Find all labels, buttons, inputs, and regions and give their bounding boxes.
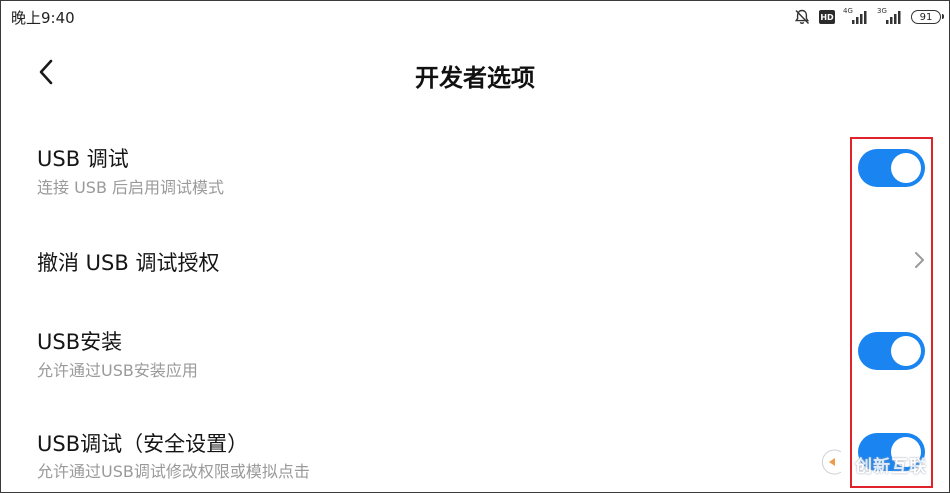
page-header: 开发者选项	[1, 45, 949, 103]
page-title: 开发者选项	[415, 64, 535, 92]
toggle-knob	[891, 437, 921, 467]
usb-install-toggle[interactable]	[858, 332, 925, 370]
setting-usb-debug-security[interactable]: USB调试（安全设置） 允许通过USB调试修改权限或模拟点击	[1, 409, 949, 492]
hd-icon: HD	[819, 10, 835, 24]
setting-subtitle: 连接 USB 后启用调试模式	[37, 178, 225, 197]
mute-bell-icon	[793, 8, 811, 26]
setting-subtitle: 允许通过USB调试修改权限或模拟点击	[37, 462, 310, 481]
toggle-knob	[891, 153, 921, 183]
usb-debugging-toggle[interactable]	[858, 149, 925, 187]
setting-title: USB 调试	[37, 147, 129, 171]
setting-subtitle: 允许通过USB安装应用	[37, 361, 198, 380]
chevron-right-icon	[911, 249, 927, 271]
toggle-knob	[891, 336, 921, 366]
setting-title: 撤消 USB 调试授权	[37, 251, 220, 275]
signal-4g-icon: 4G	[843, 7, 869, 25]
usb-debug-security-toggle[interactable]	[858, 433, 925, 471]
status-bar: 晚上9:40 HD 4G 3G 91	[1, 1, 949, 33]
battery-icon: 91	[911, 10, 944, 24]
setting-usb-debugging[interactable]: USB 调试 连接 USB 后启用调试模式	[1, 125, 949, 205]
phone-screen: 晚上9:40 HD 4G 3G 91 开发者选项 USB 调试 连接 USB 后…	[0, 0, 950, 493]
setting-usb-install[interactable]: USB安装 允许通过USB安装应用	[1, 308, 949, 388]
status-icons: HD 4G 3G 91	[793, 7, 944, 27]
setting-title: USB调试（安全设置）	[37, 432, 249, 456]
setting-title: USB安装	[37, 330, 123, 354]
signal-3g-icon: 3G	[877, 7, 903, 25]
status-time: 晚上9:40	[11, 9, 75, 27]
setting-revoke-usb-auth[interactable]: 撤消 USB 调试授权	[1, 225, 949, 295]
